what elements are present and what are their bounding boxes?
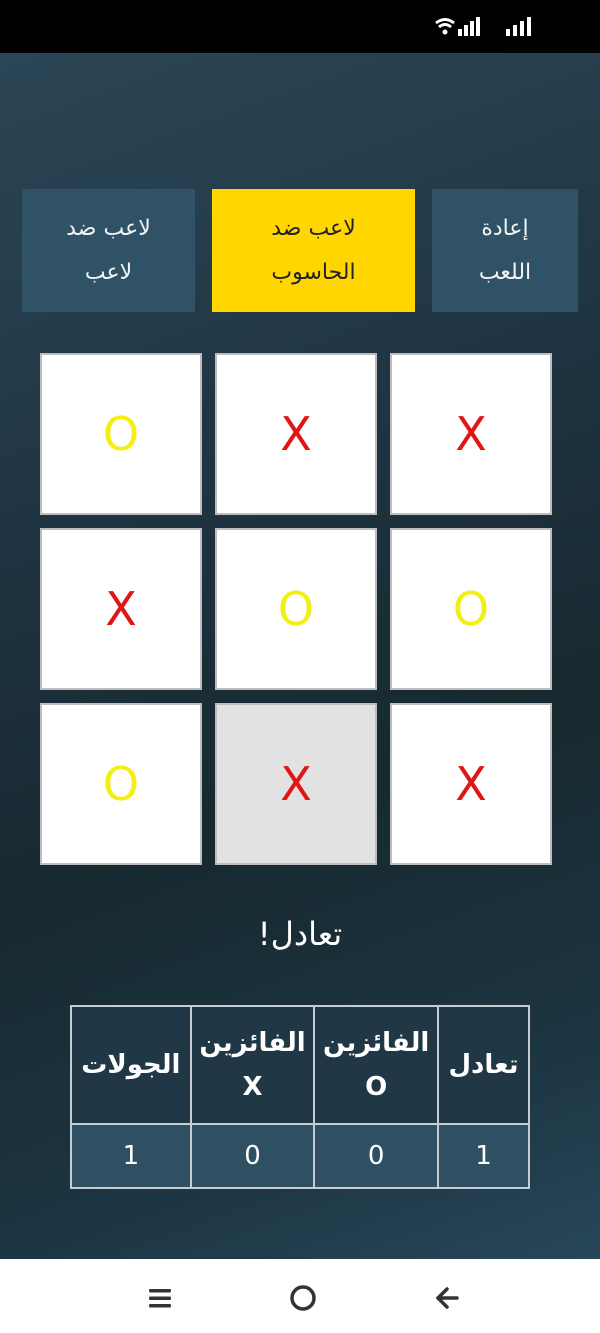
button-label-line1: لاعب ضد xyxy=(271,215,356,241)
o-mark: O xyxy=(452,582,490,636)
game-board: O X X X O O O X X xyxy=(40,353,560,873)
header-draws-label: تعادل xyxy=(448,1050,519,1080)
board-cell-5[interactable]: O xyxy=(215,528,377,690)
header-winners-o-label: الفائزين xyxy=(323,1028,430,1058)
board-cell-4[interactable]: X xyxy=(40,528,202,690)
board-cell-6[interactable]: O xyxy=(390,528,552,690)
x-mark: X xyxy=(280,407,312,461)
back-icon[interactable] xyxy=(429,1281,463,1315)
restart-game-button[interactable]: إعادة اللعب xyxy=(432,189,578,312)
button-label-line2: اللعب xyxy=(478,259,532,285)
header-winners-x-symbol: X xyxy=(242,1072,263,1102)
header-winners-o-symbol: O xyxy=(365,1072,388,1102)
winners-o-value: 0 xyxy=(313,1123,439,1189)
o-mark: O xyxy=(277,582,315,636)
x-mark: X xyxy=(280,757,312,811)
header-winners-x: الفائزين X xyxy=(189,1005,316,1125)
x-mark: X xyxy=(105,582,137,636)
player-vs-computer-button[interactable]: لاعب ضد الحاسوب xyxy=(212,189,415,312)
header-draws: تعادل xyxy=(436,1005,531,1125)
home-icon[interactable] xyxy=(286,1281,320,1315)
player-vs-player-button[interactable]: لاعب ضد لاعب xyxy=(22,189,195,312)
board-cell-8[interactable]: X xyxy=(215,703,377,865)
x-mark: X xyxy=(455,757,487,811)
button-label-line1: لاعب ضد xyxy=(66,215,151,241)
header-winners-x-label: الفائزين xyxy=(199,1028,306,1058)
o-mark: O xyxy=(102,757,140,811)
board-cell-9[interactable]: X xyxy=(390,703,552,865)
rounds-value: 1 xyxy=(70,1123,192,1189)
draws-value: 1 xyxy=(436,1123,531,1189)
game-screen: لاعب ضد لاعب لاعب ضد الحاسوب إعادة اللعب… xyxy=(0,53,600,1259)
button-label-line2: لاعب xyxy=(84,259,133,285)
wifi-icon xyxy=(435,17,480,36)
button-label-line1: إعادة xyxy=(481,215,529,241)
header-rounds: الجولات xyxy=(70,1005,192,1125)
o-mark: O xyxy=(102,407,140,461)
x-mark: X xyxy=(455,407,487,461)
status-bar xyxy=(0,0,600,53)
board-cell-3[interactable]: X xyxy=(390,353,552,515)
winners-x-value: 0 xyxy=(189,1123,316,1189)
scoreboard-values-row: 1 0 0 1 xyxy=(70,1123,531,1189)
header-rounds-label: الجولات xyxy=(81,1050,181,1080)
scoreboard-header-row: الجولات الفائزين X الفائزين O تعادل xyxy=(70,1005,531,1125)
button-label-line2: الحاسوب xyxy=(271,259,356,285)
header-winners-o: الفائزين O xyxy=(313,1005,439,1125)
navigation-bar xyxy=(0,1259,600,1333)
scoreboard-table: الجولات الفائزين X الفائزين O تعادل 1 0 xyxy=(70,1005,531,1189)
menu-icon[interactable] xyxy=(143,1281,177,1315)
board-cell-7[interactable]: O xyxy=(40,703,202,865)
board-cell-2[interactable]: X xyxy=(215,353,377,515)
status-icons xyxy=(434,16,534,36)
signal-icon xyxy=(506,17,531,36)
board-cell-1[interactable]: O xyxy=(40,353,202,515)
result-text: !تعادل xyxy=(257,915,343,953)
